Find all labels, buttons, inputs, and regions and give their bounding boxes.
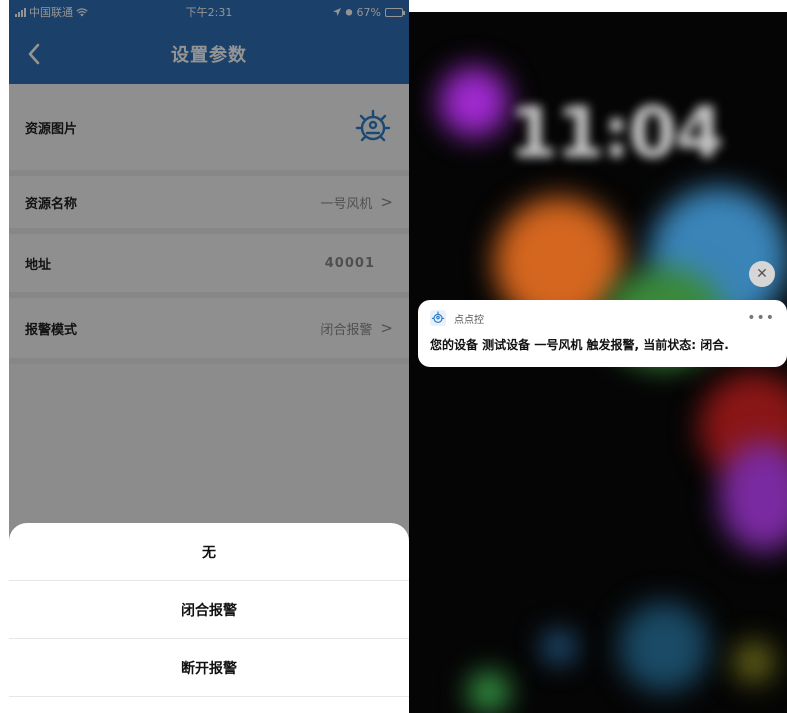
resource-name-value: 一号风机 [320,196,373,212]
app-robot-icon [430,310,446,326]
signal-icon [15,7,26,17]
carrier-name: 中国联通 [29,6,73,19]
left-phone-screen: 中国联通 下午2:31 67% 设置参数 资源图片 资源名称 一号风机 > 地址… [9,0,409,713]
row-resource-name[interactable]: 资源名称 一号风机 > [9,176,409,234]
option-none[interactable]: 无 [9,523,409,581]
row-resource-image[interactable]: 资源图片 [9,84,409,176]
chevron-right-icon: > [380,319,393,337]
wifi-icon [76,7,88,16]
robot-device-icon[interactable] [353,107,393,147]
lock-screen-time: 11:04 [509,92,724,174]
battery-percent: 67% [356,5,381,19]
wallpaper-bokeh [469,672,509,712]
address-value: 40001 [324,255,375,271]
page-title: 设置参数 [171,45,247,66]
resource-name-label: 资源名称 [25,196,78,212]
notification-message: 您的设备 测试设备 一号风机 触发报警, 当前状态: 闭合. [430,338,729,352]
option-open-alarm[interactable]: 断开报警 [9,639,409,697]
chevron-left-icon [28,43,40,65]
wallpaper-bokeh [544,632,574,662]
row-address[interactable]: 地址 40001 [9,234,409,298]
alarm-mode-label: 报警模式 [25,322,78,338]
battery-icon [385,7,405,17]
alarm-mode-value: 闭合报警 [320,322,373,338]
notification-app-name: 点点控 [454,314,484,326]
address-label: 地址 [25,257,52,273]
settings-list: 资源图片 资源名称 一号风机 > 地址 40001 报警模式 闭合报警 > [9,84,409,364]
wallpaper-bokeh [439,67,509,137]
row-alarm-mode[interactable]: 报警模式 闭合报警 > [9,298,409,364]
chevron-right-icon: > [380,193,393,211]
status-bar: 中国联通 下午2:31 67% [9,0,409,24]
close-icon[interactable]: ✕ [749,261,775,287]
right-phone-lock-screen: 11:04 ✕ 点点控 ••• 您的设备 测试设备 一号风机 触发报警, 当前状… [409,12,787,713]
push-notification[interactable]: 点点控 ••• 您的设备 测试设备 一号风机 触发报警, 当前状态: 闭合. [418,300,787,367]
location-arrow-icon [332,8,341,16]
resource-image-label: 资源图片 [25,121,78,137]
alarm-mode-action-sheet: 无 闭合报警 断开报警 [9,523,409,713]
back-button[interactable] [9,24,59,84]
alarm-clock-icon [345,9,352,16]
navigation-bar: 设置参数 [9,24,409,84]
option-close-alarm[interactable]: 闭合报警 [9,581,409,639]
wallpaper-bokeh [619,602,709,692]
wallpaper-bokeh [734,642,774,682]
ellipsis-icon[interactable]: ••• [747,310,775,326]
